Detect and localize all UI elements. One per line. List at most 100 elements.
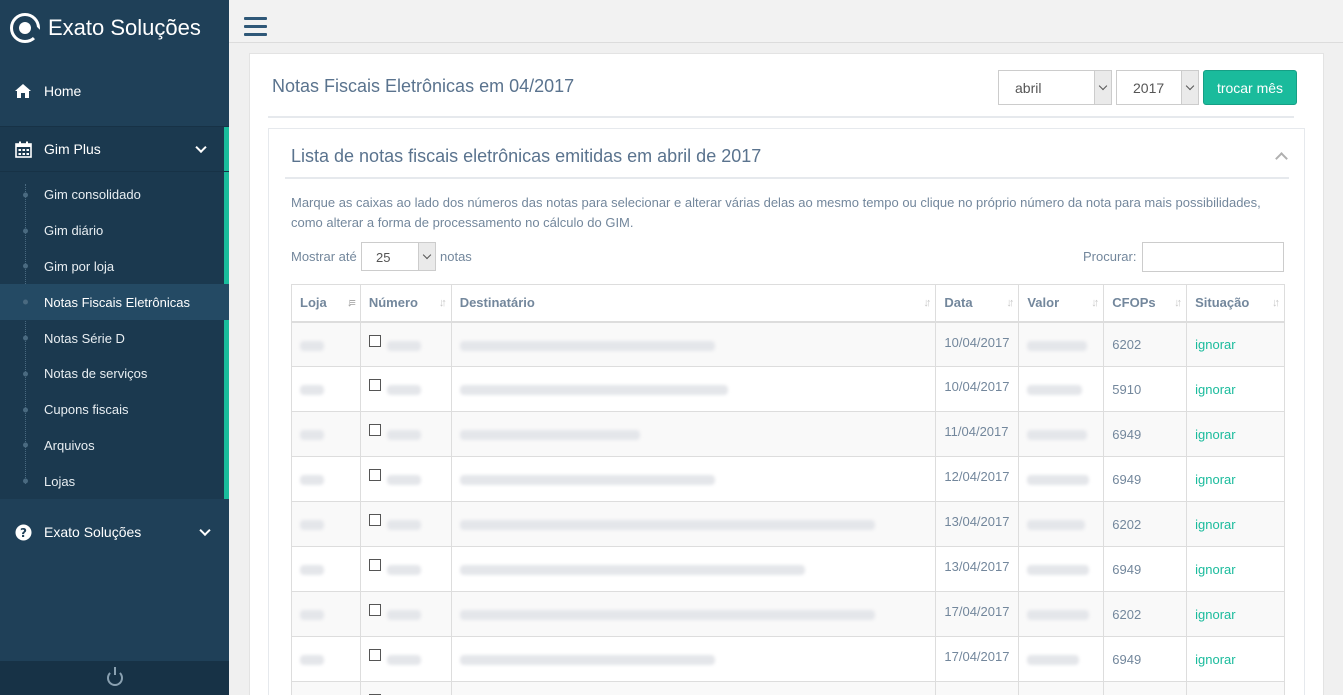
column-header-numero[interactable]: Número ↓↑ <box>359 284 452 323</box>
row-checkbox[interactable] <box>368 424 381 436</box>
month-select[interactable]: abril <box>998 70 1112 105</box>
sort-icon: ↓↑ <box>1091 297 1099 309</box>
cell-numero[interactable] <box>359 591 452 637</box>
sidebar-item-arquivos[interactable]: Arquivos <box>0 428 229 464</box>
cell-cfop: 6202 <box>1103 501 1188 547</box>
year-select-value: 2017 <box>1133 80 1165 96</box>
cell-destinatario <box>450 456 937 502</box>
sidebar-item-gim-por-loja[interactable]: Gim por loja <box>0 249 229 285</box>
ignore-link[interactable]: ignorar <box>1195 562 1235 577</box>
ignore-link[interactable]: ignorar <box>1195 517 1235 532</box>
sidebar-item-notas-fiscais[interactable]: Notas Fiscais Eletrônicas <box>0 284 229 321</box>
sidebar-item-exato[interactable]: ? Exato Soluções <box>0 507 229 557</box>
page-size-select[interactable]: 25 <box>361 242 436 271</box>
divider <box>268 116 1294 118</box>
row-checkbox[interactable] <box>368 334 381 347</box>
cell-numero[interactable] <box>359 681 452 695</box>
cell-destinatario <box>450 321 937 367</box>
column-header-situacao[interactable]: Situação ↓↑ <box>1186 284 1285 323</box>
sidebar-item-home[interactable]: Home <box>0 56 229 127</box>
cell-loja <box>291 546 361 592</box>
page-title: Notas Fiscais Eletrônicas em 04/2017 <box>272 76 575 96</box>
row-checkbox[interactable] <box>368 379 381 391</box>
ignore-link[interactable]: ignorar <box>1195 472 1235 487</box>
column-header-destinatario[interactable]: Destinatário ↓↑ <box>450 284 937 323</box>
sort-icon: ↓↑ <box>1006 297 1014 309</box>
sidebar-item-notas-servicos[interactable]: Notas de serviços <box>0 356 229 392</box>
cell-destinatario <box>450 681 937 695</box>
ignore-link[interactable]: ignorar <box>1195 607 1235 622</box>
row-checkbox[interactable] <box>368 649 381 661</box>
ignore-link[interactable]: ignorar <box>1195 427 1235 442</box>
cell-loja <box>291 636 361 682</box>
table-row[interactable]: 10/04/2017 5910 ignorar <box>291 366 1285 412</box>
cell-numero[interactable] <box>359 501 452 547</box>
page-size-value: 25 <box>376 250 391 265</box>
cell-loja <box>291 681 361 695</box>
ignore-link[interactable]: ignorar <box>1195 652 1235 667</box>
ignore-link[interactable]: ignorar <box>1195 382 1235 397</box>
cell-numero[interactable] <box>359 366 452 412</box>
brand-name: Exato Soluções <box>48 15 201 40</box>
cell-loja <box>291 456 361 502</box>
table-row[interactable]: 13/04/2017 6949 ignorar <box>291 546 1285 592</box>
sort-icon: ↓↑ <box>1174 297 1182 309</box>
row-checkbox[interactable] <box>368 559 381 571</box>
sidebar-item-label: Home <box>44 83 82 99</box>
table-row[interactable]: 17/04/2017 6949 ignorar <box>291 636 1285 682</box>
ignore-link[interactable]: ignorar <box>1195 337 1235 352</box>
cell-cfop: 6202 <box>1103 321 1188 367</box>
column-header-valor[interactable]: Valor ↓↑ <box>1018 284 1105 323</box>
sidebar-item-notas-serie-d[interactable]: Notas Série D <box>0 320 229 356</box>
column-header-cfops[interactable]: CFOPs ↓↑ <box>1103 284 1188 323</box>
cell-data: 13/04/2017 <box>935 501 1020 547</box>
cell-data: 17/04/2017 <box>935 591 1020 637</box>
cell-cfop: 6949 <box>1103 546 1188 592</box>
divider <box>285 177 1289 179</box>
sidebar-item-gim-diario[interactable]: Gim diário <box>0 213 229 249</box>
sort-icon: ↓↑ <box>438 297 447 309</box>
cell-numero[interactable] <box>359 546 452 592</box>
cell-situacao: ignorar <box>1186 546 1285 592</box>
table-row[interactable]: 18/04/2017 <box>291 681 1285 695</box>
power-icon[interactable] <box>106 667 123 686</box>
sidebar-group-toggle[interactable]: Gim Plus <box>0 127 229 172</box>
sidebar-submenu: Gim consolidado Gim diário Gim por loja … <box>0 172 229 499</box>
row-checkbox[interactable] <box>368 604 381 616</box>
cell-cfop: 6949 <box>1103 411 1188 457</box>
table-row[interactable]: 10/04/2017 6202 ignorar <box>291 321 1285 367</box>
sidebar: Exato Soluções Home Gim Plus Gim consoli… <box>0 0 229 695</box>
column-header-loja[interactable]: Loja ↓≡ <box>291 284 361 323</box>
cell-valor <box>1018 681 1105 695</box>
table-row[interactable]: 12/04/2017 6949 ignorar <box>291 456 1285 502</box>
cell-numero[interactable] <box>359 321 452 367</box>
cell-numero[interactable] <box>359 411 452 457</box>
cell-destinatario <box>450 501 937 547</box>
change-month-button[interactable]: trocar mês <box>1203 70 1297 105</box>
column-header-data[interactable]: Data ↓↑ <box>935 284 1020 323</box>
cell-valor <box>1018 591 1105 637</box>
cell-cfop: 6949 <box>1103 636 1188 682</box>
row-checkbox[interactable] <box>368 514 381 526</box>
year-select[interactable]: 2017 <box>1116 70 1199 105</box>
row-checkbox[interactable] <box>368 469 381 481</box>
menu-toggle-icon[interactable] <box>244 17 267 37</box>
chevron-up-icon[interactable] <box>1275 152 1288 165</box>
table-row[interactable]: 13/04/2017 6202 ignorar <box>291 501 1285 547</box>
cell-numero[interactable] <box>359 456 452 502</box>
chevron-down-icon <box>1181 71 1198 104</box>
search-input[interactable] <box>1142 242 1284 272</box>
sidebar-item-label: Exato Soluções <box>44 524 142 541</box>
notes-table: Loja ↓≡ Número ↓↑ Destinatário ↓↑ Data ↓↑ Va… <box>291 284 1285 695</box>
cell-valor <box>1018 636 1105 682</box>
cell-situacao <box>1186 681 1285 695</box>
sidebar-item-gim-consolidado[interactable]: Gim consolidado <box>0 177 229 213</box>
sidebar-item-cupons-fiscais[interactable]: Cupons fiscais <box>0 392 229 428</box>
page-size-suffix: notas <box>440 249 472 264</box>
cell-destinatario <box>450 636 937 682</box>
brand[interactable]: Exato Soluções <box>0 0 229 56</box>
table-row[interactable]: 11/04/2017 6949 ignorar <box>291 411 1285 457</box>
table-row[interactable]: 17/04/2017 6202 ignorar <box>291 591 1285 637</box>
cell-numero[interactable] <box>359 636 452 682</box>
sidebar-item-lojas[interactable]: Lojas <box>0 463 229 499</box>
